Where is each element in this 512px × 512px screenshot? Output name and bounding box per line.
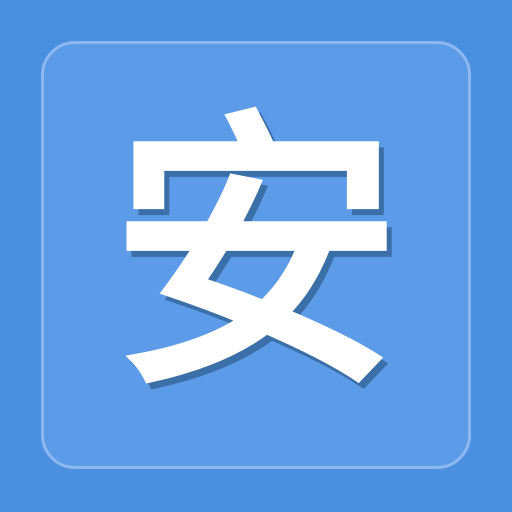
icon-glyph: 安 xyxy=(111,88,401,425)
app-icon[interactable]: 安 xyxy=(0,0,512,512)
